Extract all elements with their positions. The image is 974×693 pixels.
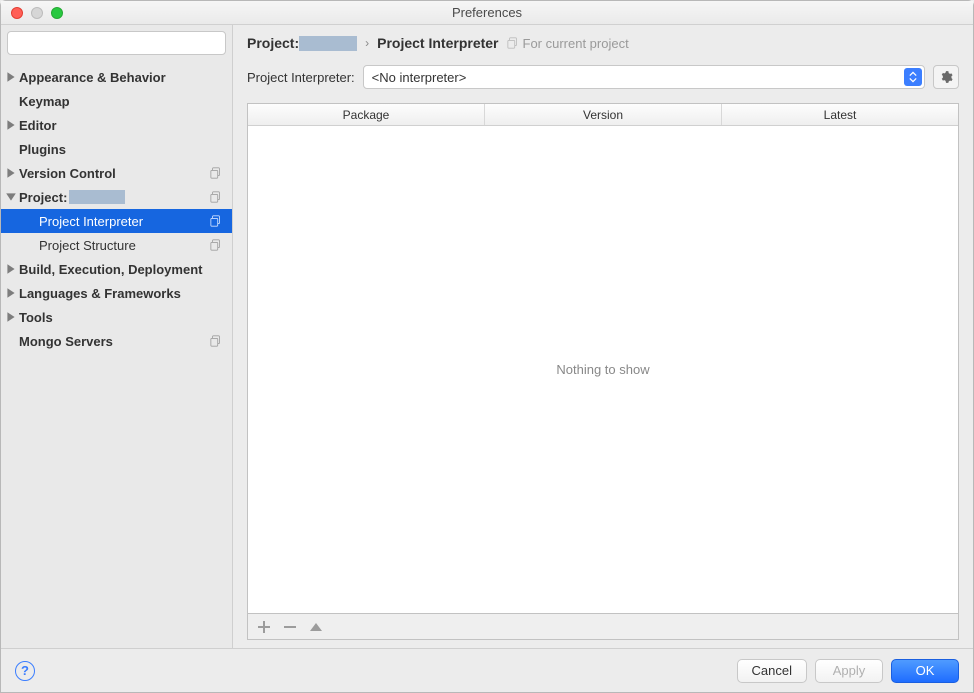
chevron-right-icon: [5, 119, 17, 131]
sidebar-item-label: Mongo Servers: [19, 334, 113, 349]
copy-icon: [210, 191, 222, 203]
window-controls: [11, 7, 63, 19]
triangle-up-icon: [308, 619, 324, 635]
sidebar-item-tools[interactable]: Tools: [1, 305, 232, 329]
titlebar: Preferences: [1, 1, 973, 25]
interpreter-row: Project Interpreter: <No interpreter>: [247, 65, 959, 89]
interpreter-label: Project Interpreter:: [247, 70, 355, 85]
breadcrumb-current: Project Interpreter: [377, 35, 498, 51]
sidebar-item-label: Tools: [19, 310, 53, 325]
breadcrumb-separator: ›: [365, 36, 369, 50]
sidebar-item-project[interactable]: Project:: [1, 185, 232, 209]
minimize-window-button[interactable]: [31, 7, 43, 19]
interpreter-select[interactable]: <No interpreter>: [363, 65, 925, 89]
sidebar-item-keymap[interactable]: Keymap: [1, 89, 232, 113]
sidebar-item-label: Plugins: [19, 142, 66, 157]
interpreter-value: <No interpreter>: [372, 70, 467, 85]
copy-icon: [507, 37, 519, 49]
packages-toolbar: [247, 614, 959, 640]
sidebar-item-label: Keymap: [19, 94, 70, 109]
sidebar-item-label: Editor: [19, 118, 57, 133]
project-name-redacted: [69, 190, 125, 204]
dropdown-arrows-icon: [904, 68, 922, 86]
sidebar-item-label: Project Interpreter: [39, 214, 143, 229]
empty-text: Nothing to show: [556, 362, 649, 377]
add-package-button[interactable]: [256, 619, 272, 635]
interpreter-settings-button[interactable]: [933, 65, 959, 89]
breadcrumb: Project: › Project Interpreter For curre…: [247, 35, 959, 51]
sidebar-item-editor[interactable]: Editor: [1, 113, 232, 137]
chevron-right-icon: [5, 311, 17, 323]
window-title: Preferences: [1, 5, 973, 20]
sidebar-item-version-control[interactable]: Version Control: [1, 161, 232, 185]
chevron-right-icon: [5, 167, 17, 179]
zoom-window-button[interactable]: [51, 7, 63, 19]
table-body-empty: Nothing to show: [248, 126, 958, 613]
sidebar-item-label: Appearance & Behavior: [19, 70, 166, 85]
apply-button[interactable]: Apply: [815, 659, 883, 683]
plus-icon: [256, 619, 272, 635]
column-latest[interactable]: Latest: [722, 104, 958, 125]
help-button[interactable]: ?: [15, 661, 35, 681]
gear-icon: [939, 70, 953, 84]
column-version[interactable]: Version: [485, 104, 722, 125]
chevron-right-icon: [5, 263, 17, 275]
sidebar-item-label: Project:: [19, 190, 125, 205]
upgrade-package-button[interactable]: [308, 619, 324, 635]
preferences-content: Project: › Project Interpreter For curre…: [233, 25, 973, 648]
copy-icon: [210, 167, 222, 179]
sidebar-item-label: Languages & Frameworks: [19, 286, 181, 301]
copy-icon: [210, 335, 222, 347]
sidebar-item-appearance-behavior[interactable]: Appearance & Behavior: [1, 65, 232, 89]
sidebar-item-build-execution-deployment[interactable]: Build, Execution, Deployment: [1, 257, 232, 281]
copy-icon: [210, 239, 222, 251]
search-input[interactable]: [7, 31, 226, 55]
sidebar-item-project-interpreter[interactable]: Project Interpreter: [1, 209, 232, 233]
preferences-tree: Appearance & Behavior Keymap Editor Plug…: [1, 61, 232, 353]
sidebar-item-languages-frameworks[interactable]: Languages & Frameworks: [1, 281, 232, 305]
preferences-sidebar: Appearance & Behavior Keymap Editor Plug…: [1, 25, 233, 648]
packages-table: Package Version Latest Nothing to show: [247, 103, 959, 614]
sidebar-item-label: Version Control: [19, 166, 116, 181]
chevron-right-icon: [5, 71, 17, 83]
breadcrumb-project: Project:: [247, 35, 357, 51]
ok-button[interactable]: OK: [891, 659, 959, 683]
sidebar-item-mongo-servers[interactable]: Mongo Servers: [1, 329, 232, 353]
dialog-footer: ? Cancel Apply OK: [1, 648, 973, 692]
help-icon: ?: [21, 663, 29, 678]
table-header: Package Version Latest: [248, 104, 958, 126]
sidebar-item-label: Project Structure: [39, 238, 136, 253]
copy-icon: [210, 215, 222, 227]
breadcrumb-hint: For current project: [507, 36, 629, 51]
minus-icon: [282, 619, 298, 635]
column-package[interactable]: Package: [248, 104, 485, 125]
close-window-button[interactable]: [11, 7, 23, 19]
chevron-down-icon: [5, 191, 17, 203]
chevron-right-icon: [5, 287, 17, 299]
remove-package-button[interactable]: [282, 619, 298, 635]
project-name-redacted: [299, 36, 357, 51]
cancel-button[interactable]: Cancel: [737, 659, 807, 683]
sidebar-item-project-structure[interactable]: Project Structure: [1, 233, 232, 257]
sidebar-item-label: Build, Execution, Deployment: [19, 262, 202, 277]
sidebar-item-plugins[interactable]: Plugins: [1, 137, 232, 161]
